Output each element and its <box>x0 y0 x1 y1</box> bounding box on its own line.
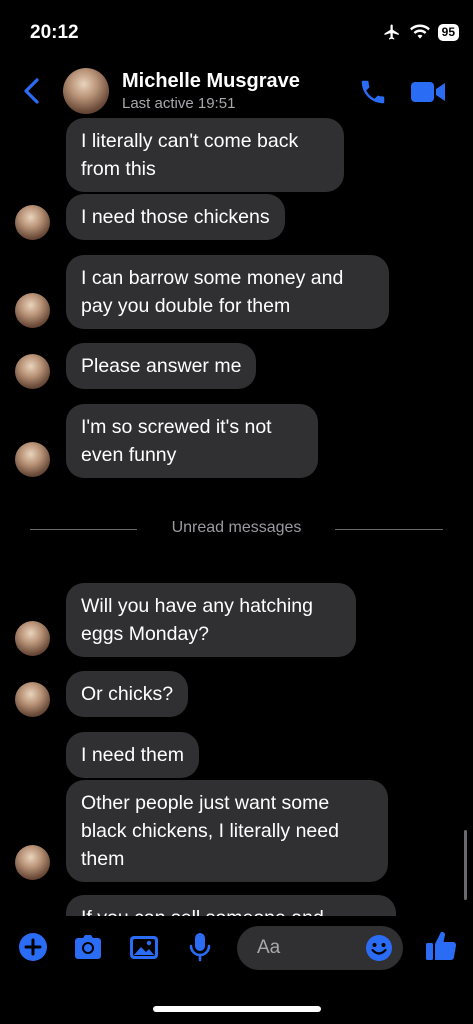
thumbs-up-icon[interactable] <box>423 928 459 964</box>
status-time: 20:12 <box>30 22 79 43</box>
message-bubble[interactable]: I need them <box>66 732 199 778</box>
message-bubble[interactable]: Or chicks? <box>66 671 189 717</box>
sender-avatar <box>15 205 50 240</box>
sender-avatar <box>15 621 50 656</box>
video-call-icon[interactable] <box>410 78 446 106</box>
phone-call-icon[interactable] <box>358 77 388 107</box>
message-bubble[interactable]: I need those chickens <box>66 194 285 240</box>
message-input[interactable]: Aa <box>237 926 403 970</box>
back-chevron-icon[interactable] <box>18 76 46 106</box>
camera-icon[interactable] <box>71 930 105 964</box>
status-bar: 20:12 95 <box>0 0 473 60</box>
emoji-icon[interactable] <box>364 933 394 963</box>
message-bubble[interactable]: Will you have any hatching eggs Monday? <box>66 583 356 657</box>
divider-line-right <box>335 529 443 530</box>
airplane-icon <box>384 24 399 40</box>
sender-avatar <box>15 442 50 477</box>
sender-avatar <box>15 845 50 880</box>
sender-avatar <box>15 293 50 328</box>
message-input-placeholder: Aa <box>257 937 281 958</box>
sender-avatar <box>15 682 50 717</box>
message-bubble[interactable]: I can barrow some money and pay you doub… <box>66 255 389 329</box>
message-bubble[interactable]: I literally can't come back from this <box>66 118 344 192</box>
contact-avatar[interactable] <box>63 68 109 114</box>
conversation-header: Michelle Musgrave Last active 19:51 <box>0 60 473 122</box>
sender-avatar <box>15 354 50 389</box>
message-list[interactable]: I literally can't come back from this I … <box>0 118 473 916</box>
home-indicator[interactable] <box>153 1006 321 1012</box>
message-bubble[interactable]: I'm so screwed it's not even funny <box>66 404 318 478</box>
contact-name[interactable]: Michelle Musgrave <box>122 70 300 93</box>
unread-divider-label: Unread messages <box>171 519 302 536</box>
status-icons: 95 <box>382 23 459 41</box>
last-active-status: Last active 19:51 <box>122 95 236 112</box>
message-bubble[interactable]: Other people just want some black chicke… <box>66 780 388 882</box>
message-bubble[interactable]: If you can sell someone and <box>66 895 396 916</box>
unread-divider: Unread messages <box>30 518 443 542</box>
composer-bar: Aa <box>0 920 473 980</box>
message-bubble[interactable]: Please answer me <box>66 343 257 389</box>
wifi-icon <box>409 24 430 39</box>
image-icon[interactable] <box>127 930 161 964</box>
battery-icon: 95 <box>437 23 459 41</box>
microphone-icon[interactable] <box>183 930 217 964</box>
scrollbar[interactable] <box>464 830 467 900</box>
plus-icon[interactable] <box>16 930 50 964</box>
